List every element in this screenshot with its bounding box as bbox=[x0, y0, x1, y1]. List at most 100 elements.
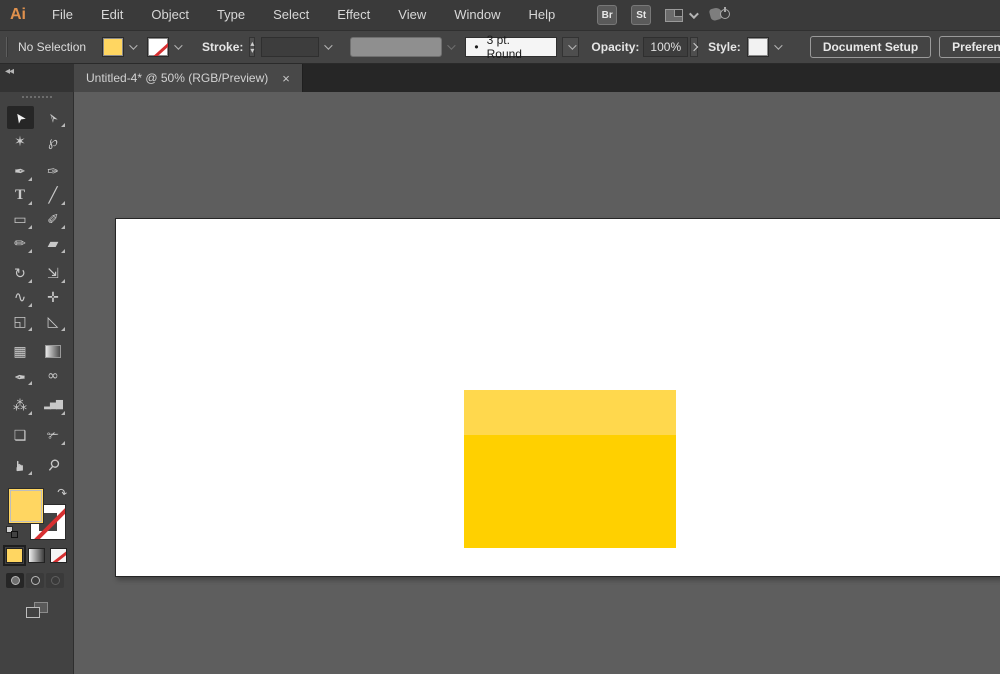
tool-shaper[interactable]: ✏ bbox=[7, 232, 34, 255]
toolbar-collapse-button[interactable]: ◂◂ bbox=[0, 64, 74, 92]
tool-column-graph[interactable]: ▂▅▇ bbox=[40, 394, 67, 417]
artboard[interactable] bbox=[115, 218, 1000, 577]
panel-grip-dots[interactable] bbox=[22, 96, 52, 100]
tool-rectangle[interactable]: ▭ bbox=[7, 208, 34, 231]
draw-inside-button[interactable] bbox=[46, 573, 64, 588]
graphic-style-control[interactable] bbox=[747, 37, 780, 57]
menu-edit[interactable]: Edit bbox=[87, 0, 137, 30]
app-logo-icon: Ai bbox=[0, 6, 38, 24]
shape-builder-icon: ◱ bbox=[13, 315, 26, 329]
width-icon: ∿ bbox=[14, 290, 27, 305]
width-profile-dropdown-button[interactable] bbox=[562, 37, 579, 57]
change-screen-mode-icon[interactable] bbox=[26, 602, 48, 618]
bridge-button[interactable]: Br bbox=[597, 5, 617, 25]
rectangle-icon: ▭ bbox=[13, 213, 26, 227]
tool-mesh[interactable]: ▦ bbox=[7, 340, 34, 363]
tool-gradient[interactable] bbox=[40, 340, 67, 363]
stroke-weight-stepper[interactable]: ▴ ▾ bbox=[249, 37, 255, 57]
opacity-expand-button[interactable] bbox=[690, 37, 698, 57]
color-button[interactable] bbox=[6, 548, 23, 563]
stock-button[interactable]: St bbox=[631, 5, 651, 25]
tool-shape-builder[interactable]: ◱ bbox=[7, 310, 34, 333]
stepper-down-icon[interactable]: ▾ bbox=[250, 47, 254, 54]
menu-file[interactable]: File bbox=[38, 0, 87, 30]
tool-lasso[interactable]: ℘ bbox=[40, 130, 67, 153]
tool-artboard[interactable]: ❏ bbox=[7, 424, 34, 447]
tool-eyedropper[interactable]: ✒ bbox=[7, 364, 34, 387]
stroke-color-control[interactable] bbox=[147, 37, 180, 57]
stroke-weight-label: Stroke: bbox=[202, 40, 243, 54]
tool-slice[interactable]: ✃ bbox=[40, 424, 67, 447]
menu-select[interactable]: Select bbox=[259, 0, 323, 30]
tool-type[interactable]: T bbox=[7, 184, 34, 207]
brush-definition-dropdown bbox=[342, 37, 453, 57]
control-bar: No Selection Stroke: ▴ ▾ • 3 pt. Round bbox=[0, 30, 1000, 64]
tool-rotate[interactable]: ↻ bbox=[7, 262, 34, 285]
canvas-pasteboard[interactable] bbox=[74, 92, 1000, 674]
draw-behind-button[interactable] bbox=[26, 573, 44, 588]
draw-normal-button[interactable] bbox=[6, 573, 24, 588]
scale-icon: ⇲ bbox=[47, 267, 59, 281]
tool-zoom[interactable]: ⚲ bbox=[40, 454, 67, 477]
yellow-rectangle[interactable] bbox=[464, 390, 676, 548]
chevron-down-icon[interactable] bbox=[174, 41, 182, 49]
opacity-input[interactable]: 100% bbox=[643, 37, 688, 57]
fill-color-control[interactable] bbox=[102, 37, 135, 57]
blend-icon: ∞ bbox=[47, 369, 59, 383]
swap-fill-stroke-icon[interactable]: ↷ bbox=[56, 485, 68, 501]
tool-selection[interactable]: ➤ bbox=[7, 106, 34, 129]
rectangle-bottom-band bbox=[464, 435, 676, 548]
menu-window[interactable]: Window bbox=[440, 0, 514, 30]
touch-workspace-icon[interactable] bbox=[710, 6, 730, 24]
tool-scale[interactable]: ⇲ bbox=[40, 262, 67, 285]
workspace-layout-icon bbox=[665, 9, 683, 22]
variable-width-profile[interactable]: • 3 pt. Round bbox=[465, 37, 579, 57]
tool-direct-selection[interactable]: ➢ bbox=[40, 106, 67, 129]
document-tab[interactable]: Untitled-4* @ 50% (RGB/Preview) × bbox=[74, 64, 303, 92]
tool-magic-wand[interactable]: ✶ bbox=[7, 130, 34, 153]
menu-type[interactable]: Type bbox=[203, 0, 259, 30]
chevron-down-icon[interactable] bbox=[129, 41, 137, 49]
workspace-switcher[interactable] bbox=[665, 9, 696, 22]
tool-blend[interactable]: ∞ bbox=[40, 364, 67, 387]
profile-dot-icon: • bbox=[474, 40, 478, 54]
type-icon: T bbox=[15, 188, 25, 203]
opacity-label: Opacity: bbox=[591, 40, 639, 54]
style-swatch[interactable] bbox=[747, 37, 769, 57]
tool-symbol-sprayer[interactable]: ⁂ bbox=[7, 394, 34, 417]
tool-eraser[interactable]: ▰ bbox=[40, 232, 67, 255]
menu-object[interactable]: Object bbox=[137, 0, 203, 30]
lasso-icon: ℘ bbox=[48, 135, 58, 149]
default-fill-stroke-icon[interactable] bbox=[6, 526, 18, 538]
width-profile-value[interactable]: • 3 pt. Round bbox=[465, 37, 557, 57]
tool-pen[interactable]: ✒ bbox=[7, 160, 34, 183]
puppet-warp-icon: ✛ bbox=[47, 291, 59, 305]
tool-curvature[interactable]: ✑ bbox=[40, 160, 67, 183]
stroke-weight-dropdown[interactable] bbox=[261, 37, 330, 57]
tool-perspective-grid[interactable]: ◺ bbox=[40, 310, 67, 333]
tool-paintbrush[interactable]: ✐ bbox=[40, 208, 67, 231]
menu-view[interactable]: View bbox=[384, 0, 440, 30]
none-button[interactable] bbox=[50, 548, 67, 563]
stroke-weight-value[interactable] bbox=[261, 37, 319, 57]
stroke-none-swatch[interactable] bbox=[147, 37, 169, 57]
rectangle-top-band bbox=[464, 390, 676, 435]
menu-help[interactable]: Help bbox=[514, 0, 569, 30]
gradient-button[interactable] bbox=[28, 548, 45, 563]
tool-hand[interactable]: ☛ bbox=[7, 454, 34, 477]
fill-color-swatch[interactable] bbox=[102, 37, 124, 57]
document-setup-button[interactable]: Document Setup bbox=[810, 36, 931, 58]
chevron-down-icon[interactable] bbox=[774, 41, 782, 49]
document-tab-title: Untitled-4* @ 50% (RGB/Preview) bbox=[86, 71, 268, 85]
tool-line-segment[interactable]: ╱ bbox=[40, 184, 67, 207]
tool-width[interactable]: ∿ bbox=[7, 286, 34, 309]
artboard-icon: ❏ bbox=[14, 429, 27, 443]
close-icon[interactable]: × bbox=[282, 71, 290, 86]
tool-puppet-warp[interactable]: ✛ bbox=[40, 286, 67, 309]
preferences-button[interactable]: Preferences bbox=[939, 36, 1000, 58]
fill-proxy-swatch[interactable] bbox=[8, 488, 44, 524]
pen-icon: ✒ bbox=[14, 165, 26, 179]
menu-effect[interactable]: Effect bbox=[323, 0, 384, 30]
chevron-down-icon[interactable] bbox=[325, 41, 333, 49]
menu-bar-right: Br St bbox=[597, 5, 730, 25]
